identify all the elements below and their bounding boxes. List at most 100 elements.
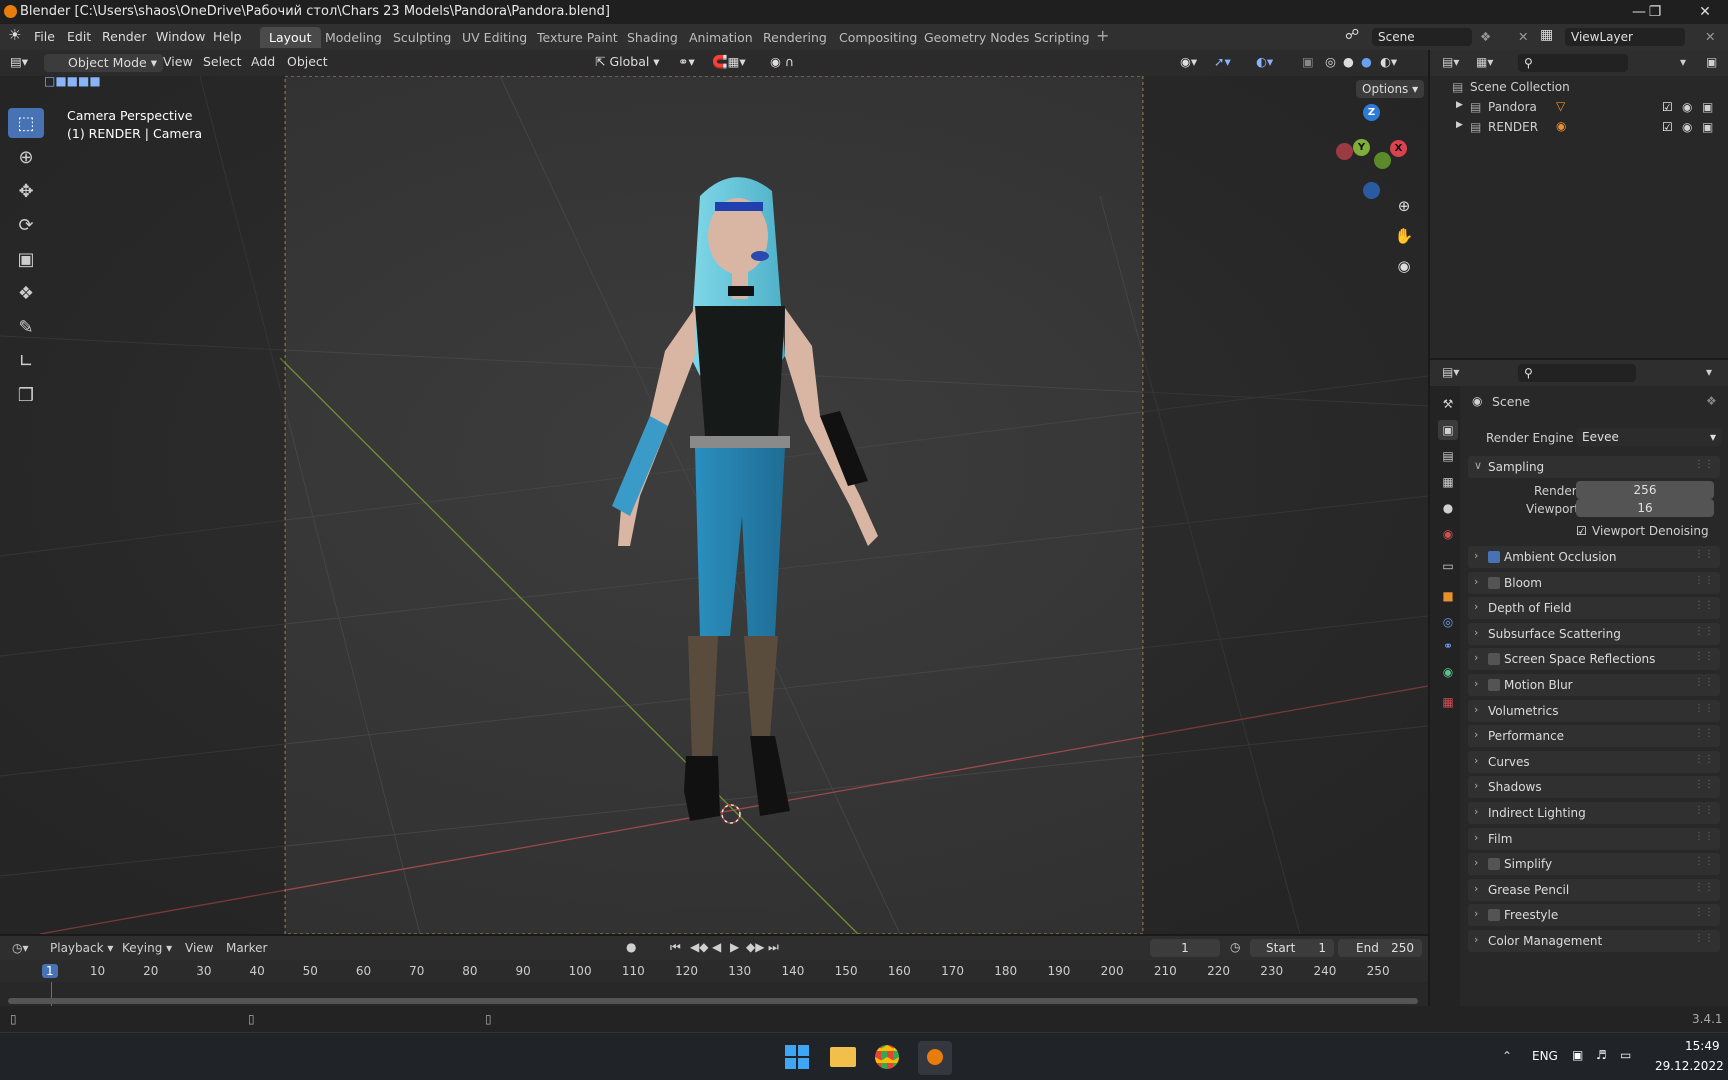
panel-ambient-occlusion[interactable]: › Ambient Occlusion ⋮⋮: [1468, 546, 1720, 568]
new-collection-icon[interactable]: ▣: [1706, 55, 1717, 69]
close-view-layer-icon[interactable]: ✕: [1705, 29, 1715, 44]
timeline-editor-icon[interactable]: ◷▾: [12, 941, 29, 955]
panel-sampling[interactable]: ∨ Sampling ⋮⋮: [1468, 456, 1720, 478]
tab-geometry-nodes[interactable]: Geometry Nodes: [915, 27, 1038, 48]
view-layer-tab-icon[interactable]: ▦: [1438, 472, 1458, 492]
volume-icon[interactable]: ♬: [1596, 1048, 1607, 1062]
tab-rendering[interactable]: Rendering: [754, 27, 836, 48]
data-tab-icon[interactable]: ◉: [1438, 662, 1458, 682]
scene-selector-icon[interactable]: ☍: [1345, 27, 1359, 43]
drag-grip-icon[interactable]: ⋮⋮: [1694, 856, 1714, 867]
panel-indirect-lighting[interactable]: › Indirect Lighting ⋮⋮: [1468, 802, 1720, 824]
drag-grip-icon[interactable]: ⋮⋮: [1694, 703, 1714, 714]
panel-enable-checkbox[interactable]: [1488, 576, 1500, 589]
editor-type-icon[interactable]: ▤▾: [10, 54, 28, 72]
outliner-editor-icon[interactable]: ▤▾: [1442, 55, 1459, 69]
tray-chevron-icon[interactable]: ⌃: [1502, 1049, 1512, 1063]
panel-grease-pencil[interactable]: › Grease Pencil ⋮⋮: [1468, 878, 1720, 901]
tab-sculpting[interactable]: Sculpting: [384, 27, 460, 48]
3d-viewport[interactable]: ⬚ ⊕ ✥ ⟳ ▣ ❖ ✎ ∟ ❒ □■■■■ Camera Perspecti…: [0, 76, 1428, 934]
play-icon[interactable]: ▶: [730, 940, 739, 954]
drag-grip-icon[interactable]: ⋮⋮: [1694, 933, 1714, 944]
panel-volumetrics[interactable]: › Volumetrics ⋮⋮: [1468, 699, 1720, 722]
viewport-denoising-checkbox[interactable]: ☑: [1576, 524, 1587, 538]
annotate-tool-icon[interactable]: ✎: [8, 312, 44, 342]
camera-view-icon[interactable]: ◉: [1392, 254, 1416, 278]
gizmo-x-axis[interactable]: X: [1390, 140, 1407, 157]
render-engine-dropdown[interactable]: Eevee ▾: [1576, 428, 1722, 446]
tab-compositing[interactable]: Compositing: [830, 27, 926, 48]
display-mode-icon[interactable]: ▦▾: [1476, 55, 1493, 69]
pivot-icon[interactable]: ⚭▾: [678, 54, 695, 72]
menu-window[interactable]: Window: [156, 29, 205, 44]
snap-icon[interactable]: 🧲▦▾: [712, 54, 746, 72]
menu-marker[interactable]: Marker: [226, 941, 267, 955]
drag-grip-icon[interactable]: ⋮⋮: [1694, 754, 1714, 765]
drag-grip-icon[interactable]: ⋮⋮: [1694, 575, 1714, 586]
physics-tab-icon[interactable]: ◎: [1438, 612, 1458, 632]
transform-tool-icon[interactable]: ❖: [8, 278, 44, 308]
menu-timeline-view[interactable]: View: [185, 941, 213, 955]
expand-icon[interactable]: ▶: [1456, 120, 1463, 130]
add-workspace-icon[interactable]: +: [1096, 26, 1109, 45]
gizmo-neg-x[interactable]: [1336, 143, 1353, 160]
pin-icon[interactable]: ❖: [1706, 394, 1717, 408]
tab-shading[interactable]: Shading: [618, 27, 687, 48]
record-icon[interactable]: ●: [626, 940, 636, 954]
menu-render[interactable]: Render: [102, 29, 147, 44]
mode-dropdown[interactable]: Object Mode ▾: [44, 54, 163, 72]
panel-shadows[interactable]: › Shadows ⋮⋮: [1468, 776, 1720, 799]
solid-shading-icon[interactable]: ●: [1343, 54, 1354, 72]
next-keyframe-icon[interactable]: ◆▶: [746, 940, 764, 954]
texture-tab-icon[interactable]: ▦: [1438, 692, 1458, 712]
frame-ruler[interactable]: 1 10 20 30 40 50 60 70 80 90 100 110 120 130 140 150 160…: [0, 960, 1428, 982]
properties-editor-icon[interactable]: ▤▾: [1442, 365, 1459, 379]
menu-select[interactable]: Select: [203, 54, 242, 72]
close-window-button[interactable]: ✕: [1690, 2, 1720, 22]
drag-grip-icon[interactable]: ⋮⋮: [1694, 882, 1714, 893]
orientation-dropdown[interactable]: ⇱ Global ▾: [595, 54, 660, 72]
outliner-item-render[interactable]: ▶ ▤ RENDER ◉ ☑ ◉ ▣: [1430, 118, 1728, 138]
panel-bloom[interactable]: › Bloom ⋮⋮: [1468, 571, 1720, 594]
panel-color-management[interactable]: › Color Management ⋮⋮: [1468, 930, 1720, 952]
gizmo-z-axis[interactable]: Z: [1363, 104, 1380, 121]
exclude-checkbox[interactable]: ☑: [1662, 100, 1673, 114]
eye-icon[interactable]: ◉: [1682, 120, 1692, 134]
menu-object[interactable]: Object: [287, 54, 328, 72]
start-frame-field[interactable]: Start 1: [1250, 939, 1334, 957]
select-box-tool-icon[interactable]: ⬚: [8, 108, 44, 138]
world-tab-icon[interactable]: ◉: [1438, 524, 1458, 544]
measure-tool-icon[interactable]: ∟: [8, 346, 44, 376]
outliner-search-input[interactable]: ⚲: [1518, 54, 1628, 72]
jump-start-icon[interactable]: ⏮: [670, 940, 681, 955]
menu-keying[interactable]: Keying ▾: [122, 941, 172, 955]
rotate-tool-icon[interactable]: ⟳: [8, 210, 44, 240]
windows-start-icon[interactable]: [785, 1045, 809, 1069]
xray-icon[interactable]: ▣: [1302, 54, 1314, 72]
selection-mode-icons[interactable]: □■■■■: [44, 76, 101, 88]
clock-time[interactable]: 15:49: [1685, 1039, 1720, 1053]
collection-tab-icon[interactable]: ▭: [1438, 556, 1458, 576]
current-frame-field[interactable]: 1: [1150, 939, 1220, 957]
prev-keyframe-icon[interactable]: ◀◆: [690, 940, 708, 954]
render-camera-icon[interactable]: ▣: [1702, 100, 1713, 114]
gizmo-toggle-icon[interactable]: ➚▾: [1214, 54, 1231, 72]
menu-add[interactable]: Add: [251, 54, 275, 72]
outliner-item-pandora[interactable]: ▶ ▤ Pandora ▽ ☑ ◉ ▣: [1430, 98, 1728, 118]
properties-options-icon[interactable]: ▾: [1706, 365, 1712, 379]
move-tool-icon[interactable]: ✥: [8, 176, 44, 206]
file-explorer-icon[interactable]: [830, 1047, 856, 1067]
tab-texture-paint[interactable]: Texture Paint: [528, 27, 627, 48]
exclude-checkbox[interactable]: ☑: [1662, 120, 1673, 134]
panel-enable-checkbox[interactable]: [1488, 679, 1500, 691]
viewport-samples-field[interactable]: 16: [1576, 499, 1714, 517]
rendered-shading-icon[interactable]: ◐▾: [1380, 54, 1397, 72]
panel-depth-of-field[interactable]: › Depth of Field ⋮⋮: [1468, 597, 1720, 620]
render-samples-field[interactable]: 256: [1576, 481, 1714, 499]
proportional-edit-icon[interactable]: ◉ ∩: [770, 54, 794, 72]
drag-grip-icon[interactable]: ⋮⋮: [1694, 779, 1714, 790]
zoom-icon[interactable]: ⊕: [1392, 194, 1416, 218]
clock-date[interactable]: 29.12.2022: [1655, 1059, 1724, 1073]
outliner-scene-collection[interactable]: ▤ Scene Collection: [1430, 78, 1728, 98]
drag-grip-icon[interactable]: ⋮⋮: [1694, 831, 1714, 842]
